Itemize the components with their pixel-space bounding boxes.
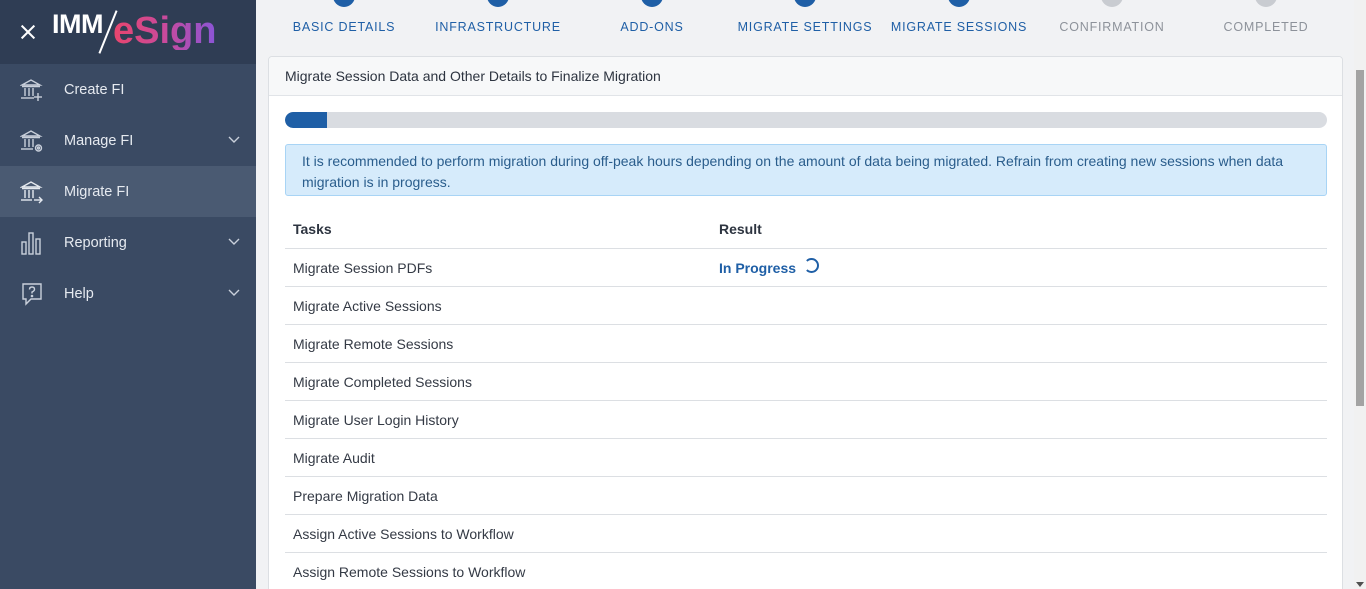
header-result: Result [719, 221, 762, 237]
table-row: Migrate Active Sessions [285, 287, 1327, 325]
task-result: In Progress [719, 258, 1327, 276]
sidebar: IMM eSign Create FI Manage FI Migrate FI… [0, 0, 256, 589]
step-label: INFRASTRUCTURE [435, 20, 561, 34]
step-label: COMPLETED [1223, 20, 1309, 34]
task-name: Assign Active Sessions to Workflow [293, 525, 514, 542]
table-row: Assign Active Sessions to Workflow [285, 515, 1327, 553]
sidebar-item-reporting[interactable]: Reporting [0, 217, 256, 268]
bank-plus-icon [20, 77, 44, 103]
bank-arrow-icon [20, 179, 44, 205]
table-row: Prepare Migration Data [285, 477, 1327, 515]
step-indicator [1255, 0, 1277, 7]
sidebar-item-help[interactable]: Help [0, 268, 256, 319]
table-row: Migrate Remote Sessions [285, 325, 1327, 363]
step-label: ADD-ONS [620, 20, 684, 34]
chevron-down-icon [228, 289, 240, 296]
logo-text-imm: IMM [52, 9, 103, 39]
task-name: Migrate Session PDFs [293, 259, 433, 276]
table-header: Tasks Result [285, 210, 1327, 249]
main-content: BASIC DETAILS INFRASTRUCTURE ADD-ONS MIG… [256, 0, 1354, 589]
chevron-down-icon [228, 238, 240, 245]
task-name: Migrate User Login History [293, 411, 459, 428]
sidebar-item-label: Create FI [64, 81, 125, 98]
migration-card: Migrate Session Data and Other Details t… [268, 56, 1343, 589]
step-indicator [1101, 0, 1123, 7]
sidebar-item-manage-fi[interactable]: Manage FI [0, 115, 256, 166]
table-row: Assign Remote Sessions to Workflow [285, 553, 1327, 589]
task-name: Assign Remote Sessions to Workflow [293, 563, 526, 580]
question-bubble-icon [20, 281, 44, 307]
sidebar-item-migrate-fi[interactable]: Migrate FI [0, 166, 256, 217]
step-indicator [333, 0, 355, 7]
task-name: Migrate Remote Sessions [293, 335, 454, 352]
bank-gear-icon [20, 128, 44, 154]
step-indicator [794, 0, 816, 7]
scroll-down-arrow-icon[interactable] [1356, 582, 1364, 587]
close-icon[interactable] [18, 22, 38, 42]
table-row: Migrate Audit [285, 439, 1327, 477]
table-row: Migrate Session PDFs In Progress [285, 249, 1327, 287]
wizard-stepper: BASIC DETAILS INFRASTRUCTURE ADD-ONS MIG… [256, 0, 1354, 56]
migration-progress-bar [285, 112, 1327, 128]
logo: IMM eSign [52, 10, 216, 54]
info-alert: It is recommended to perform migration d… [285, 144, 1327, 196]
step-label: MIGRATE SETTINGS [737, 20, 873, 34]
sidebar-item-label: Manage FI [64, 132, 134, 149]
step-label: CONFIRMATION [1059, 20, 1165, 34]
tasks-table: Tasks Result Migrate Session PDFs In Pro… [285, 210, 1327, 589]
step-indicator [948, 0, 970, 7]
step-indicator [641, 0, 663, 7]
task-name: Migrate Audit [293, 449, 375, 466]
brand-bar: IMM eSign [0, 0, 256, 64]
step-indicator [487, 0, 509, 7]
scrollbar-thumb[interactable] [1356, 70, 1364, 406]
table-row: Migrate User Login History [285, 401, 1327, 439]
sidebar-item-label: Help [64, 285, 94, 302]
sidebar-item-create-fi[interactable]: Create FI [0, 64, 256, 115]
progress-fill [285, 112, 327, 128]
logo-text-esign: eSign [112, 10, 217, 52]
bar-chart-icon [20, 230, 44, 256]
sidebar-item-label: Reporting [64, 234, 127, 251]
task-name: Migrate Active Sessions [293, 297, 442, 314]
task-name: Prepare Migration Data [293, 487, 438, 504]
header-tasks: Tasks [293, 221, 332, 237]
card-title: Migrate Session Data and Other Details t… [269, 57, 1342, 96]
sidebar-item-label: Migrate FI [64, 183, 130, 200]
step-label: MIGRATE SESSIONS [890, 20, 1028, 34]
step-label: BASIC DETAILS [292, 20, 396, 34]
table-row: Migrate Completed Sessions [285, 363, 1327, 401]
spinner-icon [804, 258, 820, 273]
status-text: In Progress [719, 259, 797, 276]
page-scrollbar[interactable] [1354, 0, 1366, 589]
task-name: Migrate Completed Sessions [293, 373, 472, 390]
chevron-down-icon [228, 136, 240, 143]
